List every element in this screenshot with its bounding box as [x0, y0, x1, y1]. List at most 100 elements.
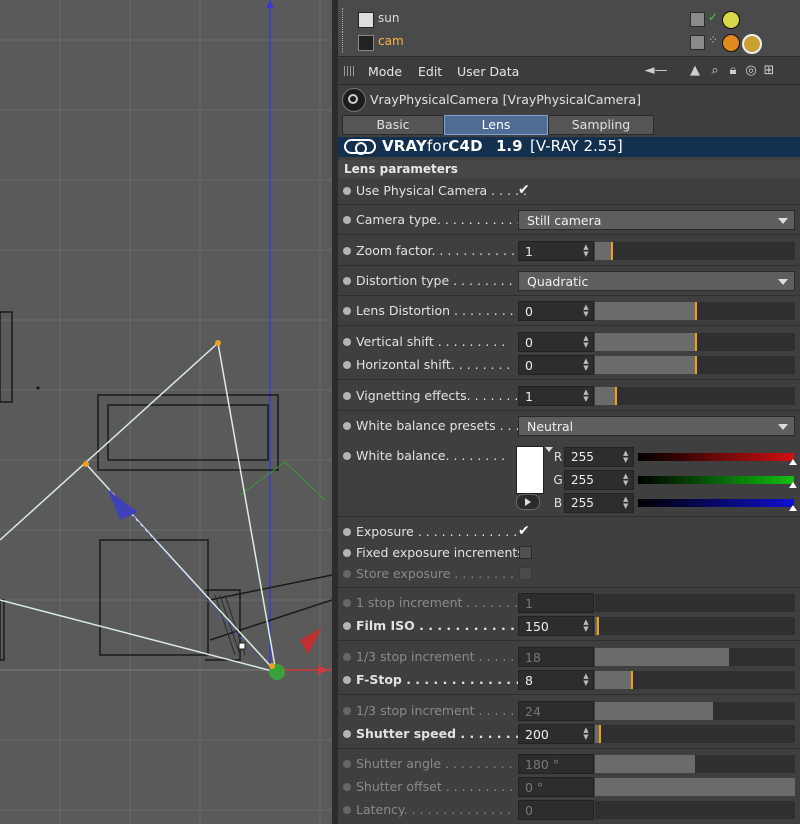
slider-marker[interactable] [615, 387, 617, 405]
keyframe-dot[interactable] [343, 676, 351, 684]
zoom-factor-slider[interactable] [595, 242, 795, 260]
lens-distortion-input[interactable]: 0 ▲ ▼ [518, 301, 594, 321]
channel-r-input[interactable]: 255 ▲ ▼ [564, 447, 634, 467]
vertical-shift-slider[interactable] [595, 333, 795, 351]
vignetting-effects-input[interactable]: 1 ▲ ▼ [518, 386, 594, 406]
fixed-exposure-increments-checkbox[interactable] [519, 546, 532, 559]
keyframe-dot[interactable] [343, 422, 351, 430]
keyframe-dot[interactable] [343, 730, 351, 738]
param-label: Film ISO . . . . . . . . . . . . . [356, 618, 534, 633]
stepper-icon[interactable]: ▲ ▼ [583, 389, 589, 403]
tab-sampling[interactable]: Sampling [548, 115, 654, 135]
object-row-sun[interactable]: sun ✓ [338, 8, 800, 30]
film-iso-input[interactable]: 150 ▲ ▼ [518, 616, 594, 636]
slider-marker[interactable] [695, 333, 697, 351]
stepper-icon[interactable]: ▲ ▼ [623, 450, 629, 464]
channel-b-slider[interactable] [638, 499, 797, 511]
vray-logo-icon [344, 139, 376, 155]
f-stop-slider[interactable] [595, 671, 795, 689]
target-icon[interactable]: ◎ [744, 64, 758, 78]
3d-viewport[interactable] [0, 0, 332, 824]
viewport-canvas[interactable] [0, 0, 332, 824]
slider-marker[interactable] [597, 617, 599, 635]
slider-marker[interactable] [599, 725, 601, 743]
shutter-speed-slider[interactable] [595, 725, 795, 743]
input-value: 200 [525, 727, 549, 742]
horizontal-shift-input[interactable]: 0 ▲ ▼ [518, 355, 594, 375]
film-iso-slider[interactable] [595, 617, 795, 635]
stepper-icon[interactable]: ▲ ▼ [583, 335, 589, 349]
slider-handle-icon[interactable] [789, 505, 797, 511]
use-physical-camera-checkbox[interactable]: ✔ [518, 183, 531, 197]
slider-marker[interactable] [631, 671, 633, 689]
white-balance-swatch[interactable] [516, 446, 544, 494]
exposure-checkbox[interactable]: ✔ [518, 524, 531, 538]
layer-box[interactable] [690, 35, 705, 50]
check-icon[interactable]: ✓ [708, 10, 718, 24]
stepper-icon[interactable]: ▲ ▼ [623, 473, 629, 487]
tab-basic[interactable]: Basic [342, 115, 444, 135]
keyframe-dot[interactable] [343, 528, 351, 536]
slider-marker[interactable] [695, 356, 697, 374]
menu-edit[interactable]: Edit [418, 64, 442, 79]
dropdown-value: Still camera [527, 213, 602, 228]
search-icon[interactable]: ⌕ [708, 64, 722, 78]
keyframe-dot[interactable] [343, 452, 351, 460]
layer-box[interactable] [690, 12, 705, 27]
keyframe-dot[interactable] [343, 216, 351, 224]
slider-marker[interactable] [695, 302, 697, 320]
vertical-shift-input[interactable]: 0 ▲ ▼ [518, 332, 594, 352]
stepper-icon[interactable]: ▲ ▼ [583, 244, 589, 258]
keyframe-dot[interactable] [343, 277, 351, 285]
camera-type-dropdown[interactable]: Still camera [518, 210, 795, 230]
pointer-up-icon[interactable]: ▲ [688, 64, 702, 78]
vray-camera-tag-icon[interactable] [742, 34, 762, 54]
keyframe-dot[interactable] [343, 361, 351, 369]
stepper-icon[interactable]: ▲ ▼ [583, 727, 589, 741]
channel-g-input[interactable]: 255 ▲ ▼ [564, 470, 634, 490]
lens-distortion-slider[interactable] [595, 302, 795, 320]
vray-tag-icon[interactable] [722, 11, 740, 29]
keyframe-dot[interactable] [343, 622, 351, 630]
keyframe-dot[interactable] [343, 247, 351, 255]
menu-mode[interactable]: Mode [368, 64, 402, 79]
grip-icon[interactable] [344, 66, 356, 76]
divider [338, 640, 800, 641]
param-label: Distortion type . . . . . . . . [356, 273, 513, 288]
dots-icon[interactable]: ⁘ [708, 33, 718, 47]
distortion-type-dropdown[interactable]: Quadratic [518, 271, 795, 291]
channel-g-slider[interactable] [638, 476, 797, 488]
channel-r-slider[interactable] [638, 453, 797, 465]
keyframe-dot [343, 760, 351, 768]
channel-b-input[interactable]: 255 ▲ ▼ [564, 493, 634, 513]
keyframe-dot[interactable] [343, 187, 351, 195]
slider-handle-icon[interactable] [789, 482, 797, 488]
menu-user-data[interactable]: User Data [457, 64, 519, 79]
keyframe-dot[interactable] [343, 549, 351, 557]
back-arrow-icon[interactable]: ◄— [638, 64, 674, 78]
object-row-cam[interactable]: cam ⁘ [338, 31, 800, 54]
stepper-icon[interactable]: ▲ ▼ [583, 673, 589, 687]
stepper-icon[interactable]: ▲ ▼ [623, 496, 629, 510]
keyframe-dot[interactable] [343, 307, 351, 315]
vignetting-effects-slider[interactable] [595, 387, 795, 405]
slider-marker[interactable] [611, 242, 613, 260]
new-panel-icon[interactable]: ⊞ [762, 64, 776, 78]
keyframe-dot[interactable] [343, 392, 351, 400]
input-value: 1 [525, 244, 533, 259]
stepper-icon[interactable]: ▲ ▼ [583, 619, 589, 633]
tab-lens-parameters[interactable]: Lens parameters [444, 115, 548, 150]
stepper-icon[interactable]: ▲ ▼ [583, 304, 589, 318]
lock-icon[interactable]: 🔒︎ [726, 64, 740, 78]
no-render-icon[interactable] [722, 34, 740, 52]
white-balance-presets-dropdown[interactable]: Neutral [518, 416, 795, 436]
zoom-factor-input[interactable]: 1 ▲ ▼ [518, 241, 594, 261]
keyframe-dot[interactable] [343, 338, 351, 346]
attribute-menubar: Mode Edit User Data ◄— ▲ ⌕ 🔒︎ ◎ ⊞ [338, 58, 800, 85]
horizontal-shift-slider[interactable] [595, 356, 795, 374]
color-picker-toggle-icon[interactable] [516, 494, 540, 510]
shutter-speed-input[interactable]: 200 ▲ ▼ [518, 724, 594, 744]
f-stop-input[interactable]: 8 ▲ ▼ [518, 670, 594, 690]
slider-handle-icon[interactable] [789, 459, 797, 465]
stepper-icon[interactable]: ▲ ▼ [583, 358, 589, 372]
